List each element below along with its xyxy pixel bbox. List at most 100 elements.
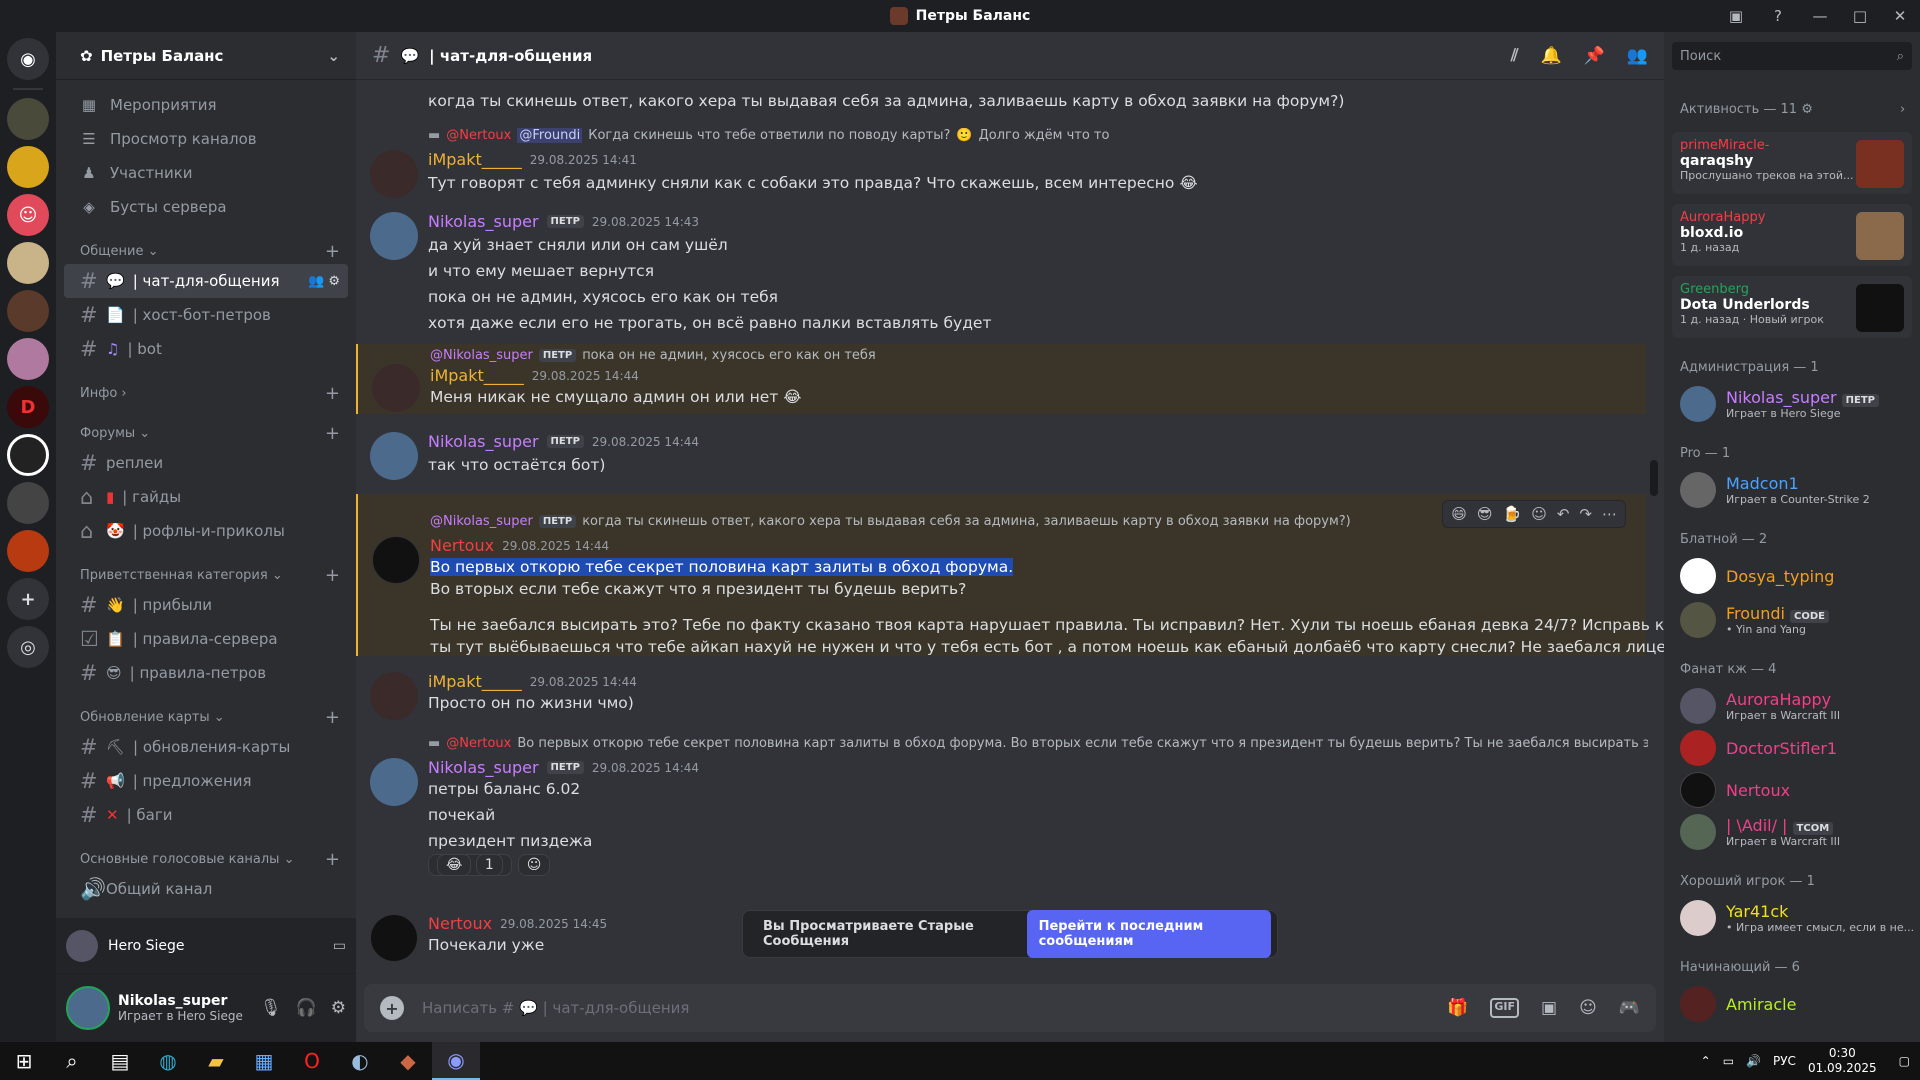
volume-icon[interactable]: 🔊	[1746, 1054, 1761, 1068]
notifications-icon[interactable]: ▢	[1899, 1054, 1910, 1068]
category-map-updates[interactable]: Обновление карты ⌄ +	[56, 704, 356, 730]
message-author[interactable]: iMpakt_____	[428, 150, 522, 169]
message-author[interactable]: Nertoux	[428, 914, 492, 933]
server-header[interactable]: ✿ Петры Баланс ⌄	[56, 32, 356, 80]
add-reaction-icon[interactable]: ☺	[517, 854, 551, 876]
discover-icon[interactable]: ◎	[7, 626, 49, 668]
server-icon-6[interactable]	[7, 338, 49, 380]
edge-icon[interactable]: ◍	[144, 1042, 192, 1080]
nav-members[interactable]: ♟ Участники	[56, 156, 356, 190]
pin-icon[interactable]: 📌	[1584, 46, 1605, 66]
channel-rules-petrov[interactable]: # 😎 | правила-петров	[64, 656, 348, 690]
close-button[interactable]: ✕	[1880, 7, 1920, 25]
channel-guides[interactable]: ⌂ ▮ | гайды	[64, 480, 348, 514]
nav-boosts[interactable]: ◈ Бусты сервера	[56, 190, 356, 224]
message-author[interactable]: Nertoux	[430, 536, 494, 555]
jump-to-present-button[interactable]: Перейти к последним сообщениям	[1026, 910, 1271, 958]
activity-card[interactable]: primeMiracle- qaraqshy Прослушано треков…	[1672, 132, 1912, 194]
channel-replays[interactable]: # реплеи	[64, 446, 348, 480]
avatar[interactable]	[370, 914, 418, 962]
inbox-icon[interactable]: ▣	[1716, 7, 1756, 25]
reply-preview[interactable]: @Nikolas_super ПЕТР когда ты скинешь ответ…	[430, 514, 1650, 529]
message[interactable]: Nikolas_super ПЕТР 29.08.2025 14:44 так чт…	[356, 432, 1646, 480]
member-item[interactable]: Froundi CODE • Yin and Yang	[1680, 598, 1912, 642]
server-icon-3[interactable]: ☺	[7, 194, 49, 236]
reply-preview[interactable]: ▬ @Nertoux Во первых откорю тебе секрет по…	[428, 736, 1648, 751]
member-item[interactable]: Madcon1 Играет в Counter-Strike 2	[1680, 468, 1912, 512]
add-channel-icon[interactable]: +	[325, 383, 340, 404]
emoji-icon[interactable]: ☺	[1579, 998, 1597, 1018]
avatar[interactable]	[370, 758, 418, 806]
category-welcome[interactable]: Приветственная категория ⌄ +	[56, 562, 356, 588]
clock[interactable]: 0:30 01.09.2025	[1808, 1046, 1877, 1076]
network-icon[interactable]: ▭	[1723, 1054, 1734, 1068]
add-channel-icon[interactable]: +	[325, 707, 340, 728]
activity-panel[interactable]: Hero Siege ▭	[56, 918, 356, 974]
server-icon-2[interactable]	[7, 146, 49, 188]
mention[interactable]: @Froundi	[517, 128, 583, 143]
channel-arrivals[interactable]: # 👋 | прибыли	[64, 588, 348, 622]
channel-voice-general[interactable]: 🔊 Общий канал	[64, 872, 348, 906]
channel-rules[interactable]: ☑ 📋 | правила-сервера	[64, 622, 348, 656]
add-server-icon[interactable]: +	[7, 578, 49, 620]
member-item[interactable]: Amiracle	[1680, 982, 1912, 1026]
gear-icon[interactable]: ⚙	[1801, 102, 1813, 117]
headphones-icon[interactable]: 🎧	[296, 998, 317, 1018]
server-icon-8[interactable]	[7, 434, 49, 476]
member-item[interactable]: | \Adil/ | TCOM Играет в Warcraft III	[1680, 810, 1912, 854]
server-icon-1[interactable]	[7, 98, 49, 140]
member-item[interactable]: Dosya_typing	[1680, 554, 1912, 598]
avatar[interactable]	[370, 672, 418, 720]
member-item[interactable]: Nertoux	[1680, 768, 1912, 812]
message-text[interactable]: когда ты скинешь ответ, какого хера ты в…	[428, 92, 1344, 110]
message[interactable]: 😄 😎 🍺 ☺ ↶ ↷ ⋯ @Nikolas_super ПЕТР когда ты…	[356, 494, 1664, 656]
scrollbar[interactable]	[1650, 460, 1658, 496]
channel-chat[interactable]: # 💬 | чат-для-общения 👥 ⚙	[64, 264, 348, 298]
message-author[interactable]: Nikolas_super	[428, 758, 539, 777]
message[interactable]: ▬ @Nertoux @Froundi Когда скинешь что тебе …	[356, 116, 1646, 198]
chevron-right-icon[interactable]: ›	[1900, 102, 1905, 117]
avatar[interactable]	[66, 986, 110, 1030]
avatar[interactable]	[372, 364, 420, 412]
member-item[interactable]: Nikolas_super ПЕТР Играет в Hero Siege	[1680, 382, 1912, 426]
nav-events[interactable]: ▦ Мероприятия	[56, 88, 356, 122]
server-icon-5[interactable]	[7, 290, 49, 332]
member-item[interactable]: AuroraHappy Играет в Warcraft III	[1680, 684, 1912, 728]
channel-bot[interactable]: # ♫ | bot	[64, 332, 348, 366]
channel-map-updates[interactable]: # ⛏ | обновления-карты	[64, 730, 348, 764]
gift-icon[interactable]: 🎁	[1447, 998, 1468, 1018]
member-item[interactable]: DoctorStifler1	[1680, 726, 1912, 770]
add-channel-icon[interactable]: +	[325, 849, 340, 870]
category-voice[interactable]: Основные голосовые каналы ⌄ +	[56, 846, 356, 872]
server-icon-7[interactable]: D	[7, 386, 49, 428]
channel-bugs[interactable]: # ✕ | баги	[64, 798, 348, 832]
reaction-pill[interactable]: 😂 1	[428, 854, 512, 876]
microphone-icon[interactable]: 🎙	[260, 998, 282, 1018]
activity-card[interactable]: AuroraHappy bloxd.io 1 д. назад	[1672, 204, 1912, 266]
message[interactable]: ▬ @Nertoux Во первых откорю тебе секрет по…	[356, 736, 1648, 876]
server-icon-9[interactable]	[7, 482, 49, 524]
nav-browse-channels[interactable]: ☰ Просмотр каналов	[56, 122, 356, 156]
composer-placeholder[interactable]: Написать # 💬 | чат-для-общения	[422, 999, 689, 1017]
task-view-icon[interactable]: ▤	[96, 1042, 144, 1080]
steam-icon[interactable]: ◐	[336, 1042, 384, 1080]
maximize-button[interactable]: □	[1840, 7, 1880, 25]
avatar[interactable]	[370, 212, 418, 260]
message[interactable]: iMpakt_____ 29.08.2025 14:44 Просто он по…	[356, 672, 1646, 720]
avatar[interactable]	[370, 150, 418, 198]
category-info[interactable]: Инфо › +	[56, 380, 356, 406]
add-channel-icon[interactable]: +	[325, 565, 340, 586]
search-input[interactable]: Поиск ⌕	[1672, 42, 1912, 70]
add-channel-icon[interactable]: +	[325, 241, 340, 262]
activity-icon[interactable]: 🎮	[1619, 998, 1640, 1018]
message-author[interactable]: iMpakt_____	[430, 366, 524, 385]
channel-host-bot[interactable]: # 📄 | хост-бот-петров	[64, 298, 348, 332]
sticker-icon[interactable]: ▣	[1541, 998, 1557, 1018]
folder-icon[interactable]: ▰	[192, 1042, 240, 1080]
member-list-icon[interactable]: 👥	[1627, 46, 1648, 66]
reply-preview[interactable]: ▬ @Nertoux @Froundi Когда скинешь что тебе …	[428, 128, 1648, 143]
server-icon-4[interactable]	[7, 242, 49, 284]
threads-icon[interactable]: ⫽	[1511, 46, 1519, 66]
add-channel-icon[interactable]: +	[325, 423, 340, 444]
category-general[interactable]: Общение ⌄ +	[56, 238, 356, 264]
